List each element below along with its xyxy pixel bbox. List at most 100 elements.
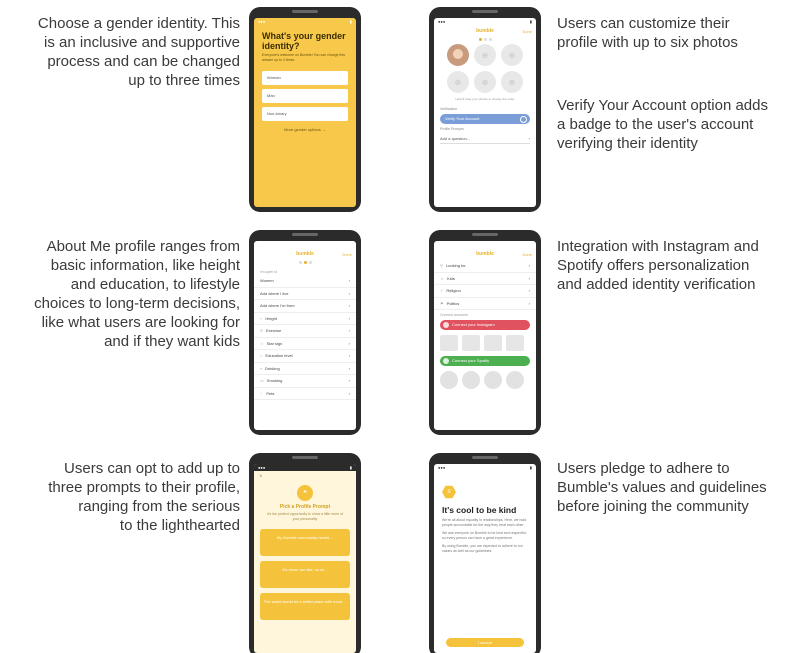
chevron-right-icon: › [348,315,350,321]
more-gender-options-link[interactable]: More gender options → [254,127,356,132]
chevron-right-icon: › [348,303,350,308]
chevron-right-icon: › [348,365,350,371]
star-icon: ☆ [260,340,264,346]
add-photo-slot[interactable]: ⊕ [501,44,523,66]
chevron-right-icon: › [528,300,530,306]
gender-title: What's your gender identity? [262,31,346,51]
status-bar: ●●● ▮ [438,19,532,24]
caption-gender: Choose a gender identity. This is an incl… [37,15,240,89]
star-sign-row[interactable]: ☆ Star sign › [254,338,356,350]
brand-logo: bumble [296,251,314,257]
where-live-row[interactable]: Add where I live › [254,288,356,300]
phone-screen: ●●● ▮ × ❝ Pick a Profile Prompt It's the … [254,464,356,653]
connect-spotify-button[interactable]: Connect your Spotify [440,356,530,366]
religion-icon: ✧ [440,288,444,293]
add-question-field[interactable]: Add a question... › [440,134,530,144]
exercise-row[interactable]: ⚲ Exercise › [254,325,356,338]
chevron-right-icon: › [528,136,530,141]
religion-row[interactable]: ✧ Religion › [434,285,536,298]
ruler-icon: ⌐ [260,315,263,321]
where-from-row[interactable]: Add where I'm from › [254,300,356,313]
status-bar: ●●● ▮ [258,242,352,247]
gender-option-nonbinary[interactable]: Non-binary [262,107,348,121]
prompt-option[interactable]: My Bumble community needs… [260,529,350,556]
pets-row[interactable]: ⁘ Pets › [254,388,356,400]
pledge-title: It's cool to be kind [442,505,517,515]
chevron-right-icon: › [528,288,530,293]
cigarette-icon: ▭ [260,378,264,383]
add-photo-slot[interactable]: ⊕ [447,71,469,93]
phone-notch [292,10,318,13]
accept-button[interactable]: I accept [446,638,524,647]
profile-photo[interactable] [447,44,469,66]
spotify-artist-row [434,368,536,392]
pledge-paragraph: By using Bumble, you are expected to adh… [442,544,523,553]
add-photo-slot[interactable]: ⊕ [474,44,496,66]
chevron-right-icon: › [348,340,350,346]
caption-integrations: Integration with Instagram and Spotify of… [557,238,759,293]
phone-integrations: ●●● ▮ bumble Done ⚲ Looking for › ☺ Kids › ✧ R… [429,230,541,435]
dumbbell-icon: ⚲ [260,328,263,333]
phone-notch [292,233,318,236]
baby-icon: ☺ [440,275,445,281]
politics-row[interactable]: ⚑ Politics › [434,298,536,310]
status-bar: ●●● ▮ [438,242,532,247]
glass-icon: ▿ [260,365,263,371]
photo-grid: ⊕ ⊕ ⊕ ⊕ ⊕ [434,44,536,93]
instagram-photo-grid [434,332,536,354]
chevron-right-icon: › [348,353,350,358]
education-row[interactable]: ⌂ Education level › [254,350,356,363]
caption-photos: Users can customize their profile with up… [557,15,738,51]
phone-notch [472,456,498,459]
status-bar: ●●● ▮ [258,19,352,24]
page-dots [434,38,536,41]
gender-option-man[interactable]: Man [262,89,348,103]
prompts-label: Profile Prompts [440,127,464,131]
caption-prompts: Users can opt to add up to three prompts … [48,460,240,534]
chevron-right-icon: › [348,378,350,383]
done-button[interactable]: Done [522,29,532,34]
phone-pledge: ●●● ▮ ≡ It's cool to be kind We're all ab… [429,453,541,653]
looking-for-row[interactable]: ⚲ Looking for › [434,260,536,273]
done-button[interactable]: Done [342,252,352,257]
connect-accounts-label: Connect accounts [440,313,469,317]
status-bar: ●●● ▮ [438,465,532,470]
chevron-right-icon: › [348,390,350,396]
brand-logo: bumble [476,251,494,257]
app-bar: bumble Done [434,248,536,260]
connect-instagram-button[interactable]: Connect your Instagram [440,320,530,330]
caption-verify: Verify Your Account option adds a badge t… [557,97,768,152]
pledge-paragraph: We're all about equality in relationship… [442,518,527,527]
close-icon[interactable]: × [254,471,356,483]
drinking-row[interactable]: ▿ Drinking › [254,363,356,375]
phone-notch [472,233,498,236]
caption-pledge: Users pledge to adhere to Bumble's values… [557,460,767,515]
done-button[interactable]: Done [522,252,532,257]
add-photo-slot[interactable]: ⊕ [474,71,496,93]
verify-account-button[interactable]: Verify Your Account [440,114,530,124]
quote-icon: ❝ [297,485,313,501]
flag-icon: ⚑ [440,300,444,306]
phone-screen: ●●● ▮ ≡ It's cool to be kind We're all ab… [434,464,536,653]
verification-label: Verification [440,107,458,111]
height-row[interactable]: ⌐ Height › [254,313,356,325]
page-dots [254,261,356,264]
bumble-hex-icon: ≡ [442,485,456,499]
app-bar: bumble Done [254,248,356,260]
kids-row[interactable]: ☺ Kids › [434,273,536,285]
status-bar: ●●● ▮ [254,464,356,471]
chevron-right-icon: › [348,328,350,333]
smoking-row[interactable]: ▭ Smoking › [254,375,356,388]
pledge-paragraph: We ask everyone on Bumble to be kind and… [442,531,527,540]
add-photo-slot[interactable]: ⊕ [501,71,523,93]
paw-icon: ⁘ [260,390,264,396]
open-to-row[interactable]: Women › [254,275,356,288]
prompt-option[interactable]: It's never too late, so at… [260,561,350,588]
phone-screen: ●●● ▮ What's your gender identity? Everyo… [254,18,356,207]
phone-screen: ●●● ▮ bumble Done ⊕ ⊕ ⊕ ⊕ ⊕ Hold & drag y… [434,18,536,207]
prompt-subtitle: It's the perfect opportunity to show a l… [266,512,344,521]
gender-option-woman[interactable]: Woman [262,71,348,85]
search-icon: ⚲ [440,263,443,268]
phone-screen: ●●● ▮ bumble Done I'm open to Women › Add … [254,241,356,430]
prompt-option[interactable]: The world would be a better place with m… [260,593,350,620]
